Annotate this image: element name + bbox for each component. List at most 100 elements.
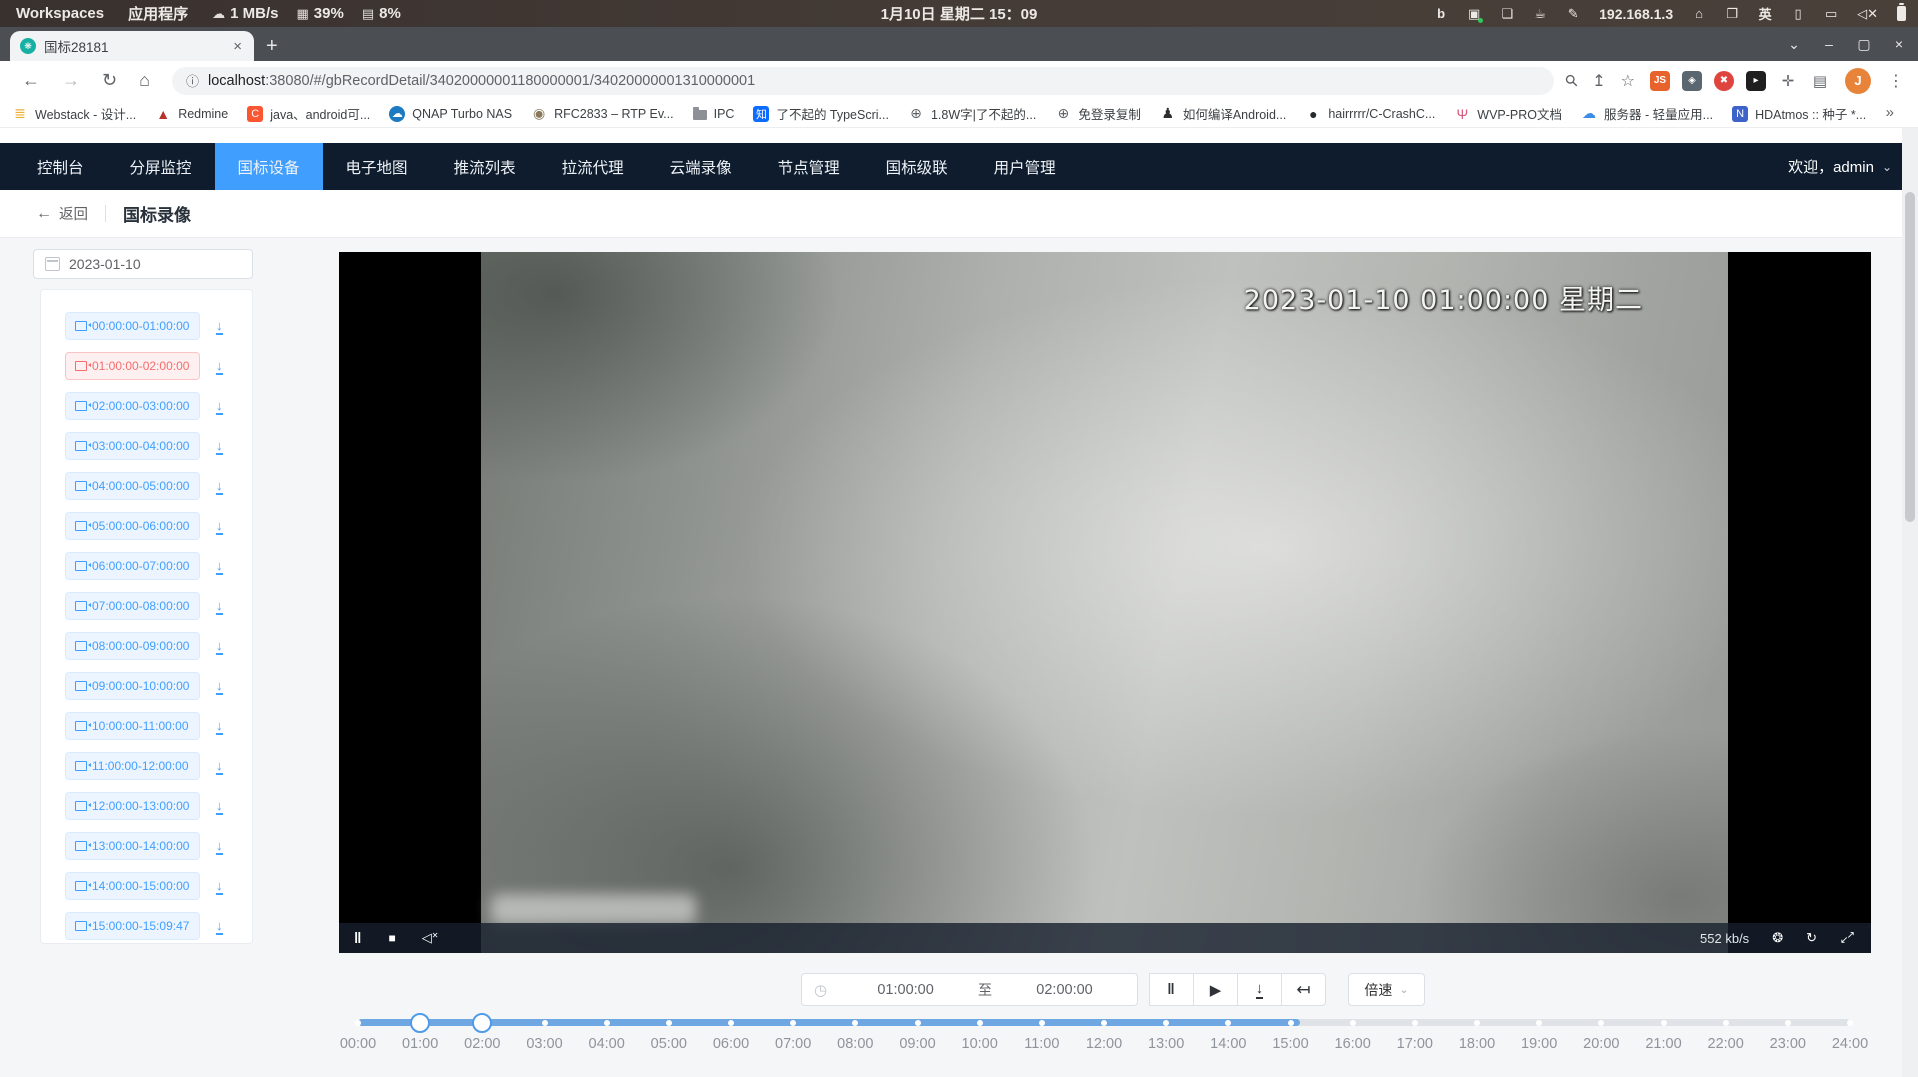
time-range-input[interactable]: ◷ 01:00:00 至 02:00:00 (801, 973, 1138, 1006)
segment-download-button[interactable]: ↓ (216, 598, 223, 615)
mute-icon[interactable]: ◁✕ (422, 930, 439, 946)
bookmarks-overflow-icon[interactable]: » (1886, 104, 1894, 121)
segment-button[interactable]: 00:00:00-01:00:00 (65, 312, 200, 340)
playback-speed-button[interactable]: 倍速 ⌄ (1348, 973, 1425, 1006)
bookmark-item[interactable]: IPC (693, 107, 735, 121)
nav-tab[interactable]: 拉流代理 (539, 143, 647, 190)
segment-download-button[interactable]: ↓ (216, 918, 223, 935)
nav-tab[interactable]: 国标级联 (863, 143, 971, 190)
bookmark-item[interactable]: ● hairrrrr/C-CrashC... (1305, 106, 1435, 122)
timeline-handle[interactable] (410, 1013, 430, 1033)
playback-button[interactable]: ▶ (1193, 973, 1238, 1006)
segment-download-button[interactable]: ↓ (216, 478, 223, 495)
segment-button[interactable]: 08:00:00-09:00:00 (65, 632, 200, 660)
segment-download-button[interactable]: ↓ (216, 638, 223, 655)
share-icon[interactable]: ↥ (1592, 71, 1605, 91)
nav-tab[interactable]: 节点管理 (755, 143, 863, 190)
bookmark-item[interactable]: ☁ QNAP Turbo NAS (389, 106, 512, 122)
segment-button[interactable]: 11:00:00-12:00:00 (65, 752, 200, 780)
tray-icon[interactable]: 英 (1758, 4, 1772, 23)
profile-avatar[interactable]: J (1845, 68, 1871, 94)
tray-icon[interactable]: ❏ (1500, 6, 1514, 22)
extension-icon[interactable]: ◈ (1682, 71, 1702, 91)
bookmark-item[interactable]: N HDAtmos :: 种子 *... (1732, 104, 1866, 123)
segment-button[interactable]: 15:00:00-15:09:47 (65, 912, 200, 940)
segment-download-button[interactable]: ↓ (216, 798, 223, 815)
date-picker-input[interactable]: 2023-01-10 (33, 249, 253, 279)
address-bar[interactable]: ⓘ localhost:38080/#/gbRecordDetail/34020… (172, 67, 1554, 95)
playback-button[interactable]: ↓ (1237, 973, 1282, 1006)
tray-icon[interactable]: ❐ (1725, 6, 1739, 22)
extension-icon[interactable]: ✖ (1714, 71, 1734, 91)
new-tab-button[interactable]: + (266, 31, 278, 61)
browser-menu-icon[interactable]: ⋮ (1888, 71, 1904, 91)
bookmark-item[interactable]: 知 了不起的 TypeScri... (753, 104, 889, 123)
home-icon[interactable]: ⌂ (139, 70, 150, 91)
tray-icon[interactable]: ✎ (1566, 6, 1580, 22)
stop-icon[interactable]: ■ (388, 931, 395, 945)
refresh-icon[interactable]: ↻ (1806, 930, 1817, 946)
segment-button[interactable]: 14:00:00-15:00:00 (65, 872, 200, 900)
segment-download-button[interactable]: ↓ (216, 438, 223, 455)
tab-close-icon[interactable]: × (231, 38, 244, 55)
scrollbar-thumb[interactable] (1905, 192, 1915, 522)
tray-icon[interactable]: ⌂ (1692, 6, 1706, 21)
extension-icon[interactable]: ✛ (1778, 71, 1798, 91)
nav-tab[interactable]: 控制台 (14, 143, 107, 190)
password-key-icon[interactable]: ⚲ (1560, 69, 1582, 91)
nav-tab[interactable]: 分屏监控 (107, 143, 215, 190)
applications-button[interactable]: 应用程序 (128, 3, 188, 24)
playback-button[interactable]: ↤ (1281, 973, 1326, 1006)
segment-button[interactable]: 12:00:00-13:00:00 (65, 792, 200, 820)
tray-icon[interactable]: ☕ (1533, 6, 1547, 22)
extension-icon[interactable]: JS (1650, 71, 1670, 91)
nav-tab[interactable]: 推流列表 (431, 143, 539, 190)
pause-icon[interactable]: ‖ (354, 930, 362, 947)
window-control-icon[interactable]: – (1822, 36, 1836, 52)
battery-icon[interactable] (1897, 6, 1906, 21)
forward-icon[interactable]: → (62, 70, 80, 91)
segment-button[interactable]: 01:00:00-02:00:00 (65, 352, 200, 380)
reload-icon[interactable]: ↻ (102, 70, 117, 91)
user-menu[interactable]: 欢迎，admin ⌄ (1788, 143, 1918, 190)
end-time-value[interactable]: 02:00:00 (992, 982, 1137, 998)
segment-download-button[interactable]: ↓ (216, 358, 223, 375)
tray-icon[interactable]: ◁✕ (1857, 6, 1878, 22)
bookmark-item[interactable]: ◉ RFC2833 – RTP Ev... (531, 106, 674, 122)
nav-tab[interactable]: 云端录像 (647, 143, 755, 190)
bookmark-item[interactable]: ≣ Webstack - 设计... (12, 104, 136, 123)
window-control-icon[interactable]: ⌄ (1787, 36, 1801, 53)
segment-download-button[interactable]: ↓ (216, 678, 223, 695)
extension-icon[interactable]: ▸ (1746, 71, 1766, 91)
segment-download-button[interactable]: ↓ (216, 518, 223, 535)
tray-icon[interactable]: ▭ (1824, 6, 1838, 22)
window-control-icon[interactable]: ▢ (1857, 36, 1871, 53)
segment-download-button[interactable]: ↓ (216, 758, 223, 775)
nav-tab[interactable]: 国标设备 (215, 143, 323, 190)
bookmark-item[interactable]: C java、android可... (247, 104, 370, 123)
segment-button[interactable]: 05:00:00-06:00:00 (65, 512, 200, 540)
segment-button[interactable]: 10:00:00-11:00:00 (65, 712, 200, 740)
site-info-icon[interactable]: ⓘ (186, 71, 199, 90)
back-button[interactable]: ← 返回 (36, 203, 88, 224)
segment-download-button[interactable]: ↓ (216, 558, 223, 575)
bookmark-item[interactable]: ♟ 如何编译Android... (1160, 104, 1287, 123)
segment-button[interactable]: 02:00:00-03:00:00 (65, 392, 200, 420)
tray-icon[interactable]: ▯ (1791, 6, 1805, 22)
segment-download-button[interactable]: ↓ (216, 318, 223, 335)
back-icon[interactable]: ← (22, 70, 40, 91)
segment-button[interactable]: 03:00:00-04:00:00 (65, 432, 200, 460)
segment-download-button[interactable]: ↓ (216, 838, 223, 855)
segment-download-button[interactable]: ↓ (216, 878, 223, 895)
extension-icon[interactable]: ▤ (1810, 71, 1830, 91)
segment-button[interactable]: 04:00:00-05:00:00 (65, 472, 200, 500)
tray-icon[interactable]: b (1434, 6, 1448, 21)
fullscreen-icon[interactable]: ↗↙ (1840, 931, 1855, 946)
snapshot-icon[interactable]: ❂ (1772, 930, 1783, 946)
ip-address[interactable]: 192.168.1.3 (1599, 6, 1673, 22)
nav-tab[interactable]: 用户管理 (971, 143, 1079, 190)
playback-button[interactable]: ‖ (1149, 973, 1194, 1006)
tray-icon[interactable]: ▣ (1467, 6, 1481, 22)
segment-button[interactable]: 07:00:00-08:00:00 (65, 592, 200, 620)
bookmark-star-icon[interactable]: ☆ (1621, 71, 1635, 91)
